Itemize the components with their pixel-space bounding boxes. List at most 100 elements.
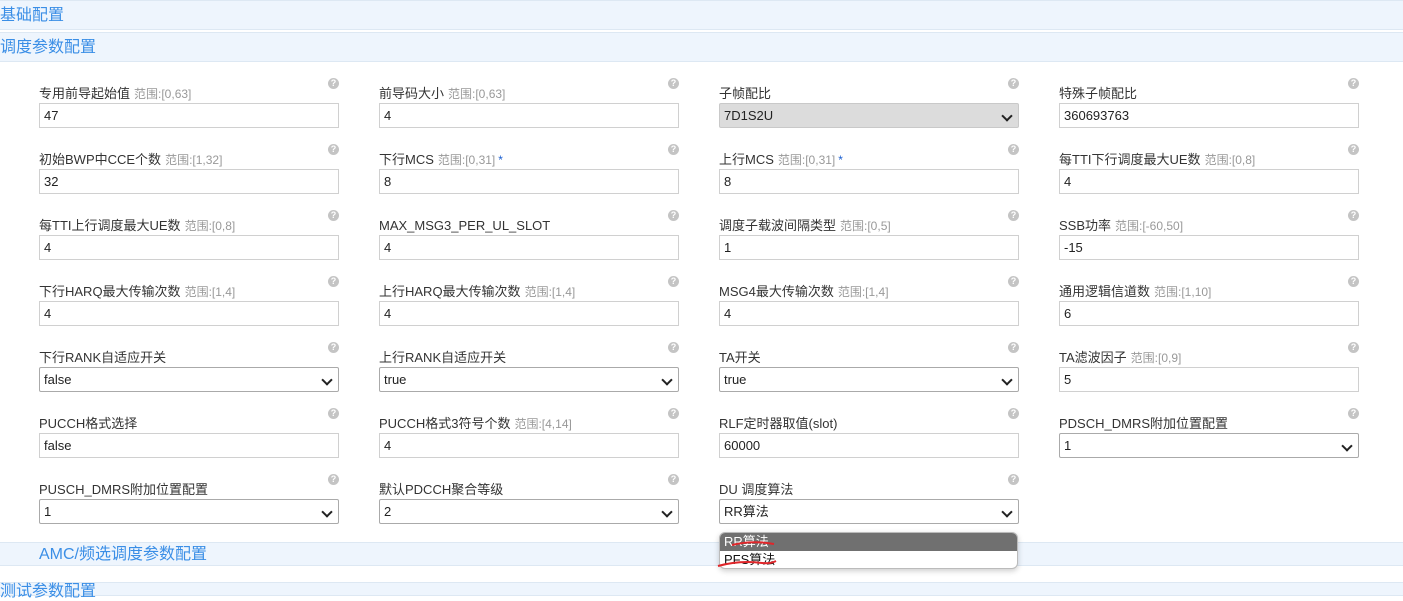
field-input[interactable]: 4	[1059, 169, 1359, 194]
help-icon[interactable]: ?	[328, 78, 339, 89]
field-range-hint: 范围:[0,8]	[184, 219, 236, 233]
help-icon[interactable]: ?	[668, 210, 679, 221]
field-1: 前导码大小 范围:[0,63]? 4	[379, 78, 679, 146]
field-input[interactable]: -15	[1059, 235, 1359, 260]
field-value: 7D1S2U	[724, 108, 774, 123]
field-value: true	[724, 372, 747, 387]
field-select[interactable]: RR算法	[719, 499, 1019, 524]
help-icon[interactable]: ?	[1008, 408, 1019, 419]
help-icon[interactable]: ?	[668, 144, 679, 155]
help-icon[interactable]: ?	[1008, 78, 1019, 89]
field-21: PUCCH格式3符号个数 范围:[4,14]? 4	[379, 408, 679, 476]
field-select[interactable]: 1	[39, 499, 339, 524]
help-icon[interactable]: ?	[668, 78, 679, 89]
field-range-hint: 范围:[0,63]	[448, 87, 506, 101]
field-input[interactable]: 5	[1059, 367, 1359, 392]
dropdown-option-rr[interactable]: RR算法	[720, 533, 1017, 551]
chevron-down-icon	[321, 374, 333, 386]
field-label-text: PDSCH_DMRS附加位置配置	[1059, 416, 1229, 431]
field-value: -15	[1064, 240, 1083, 255]
du-algorithm-dropdown-list[interactable]: RR算法 PFS算法	[719, 532, 1018, 569]
field-label-text: 上行MCS	[719, 152, 774, 167]
field-value: RR算法	[724, 504, 769, 519]
field-value: false	[44, 438, 72, 453]
help-icon[interactable]: ?	[668, 276, 679, 287]
help-icon[interactable]: ?	[668, 408, 679, 419]
field-input[interactable]: 4	[379, 433, 679, 458]
field-value: 1	[724, 240, 732, 255]
help-icon[interactable]: ?	[1008, 474, 1019, 485]
field-value: 60000	[724, 438, 761, 453]
field-label-text: PUSCH_DMRS附加位置配置	[39, 482, 209, 497]
field-input[interactable]: 47	[39, 103, 339, 128]
field-range-hint: 范围:[1,32]	[165, 153, 223, 167]
field-label: PUCCH格式选择	[39, 416, 137, 432]
dropdown-option-pfs[interactable]: PFS算法	[720, 551, 1017, 568]
field-range-hint: 范围:[1,10]	[1154, 285, 1212, 299]
help-icon[interactable]: ?	[1008, 210, 1019, 221]
field-range-hint: 范围:[0,31]	[437, 153, 496, 167]
field-label: 初始BWP中CCE个数 范围:[1,32]	[39, 152, 222, 168]
field-select[interactable]: true	[719, 367, 1019, 392]
help-icon[interactable]: ?	[1008, 144, 1019, 155]
field-range-hint: 范围:[0,5]	[840, 219, 891, 233]
field-7: 每TTI下行调度最大UE数 范围:[0,8]? 4	[1059, 144, 1359, 212]
field-select[interactable]: 7D1S2U	[719, 103, 1019, 128]
field-select[interactable]: true	[379, 367, 679, 392]
help-icon[interactable]: ?	[668, 342, 679, 353]
field-range-hint: 范围:[0,8]	[1204, 153, 1256, 167]
help-icon[interactable]: ?	[328, 276, 339, 287]
field-input[interactable]: 4	[719, 301, 1019, 326]
field-label-text: 下行MCS	[379, 152, 434, 167]
field-input[interactable]: 4	[39, 301, 339, 326]
field-label-text: 专用前导起始值	[39, 86, 131, 101]
field-label: SSB功率 范围:[-60,50]	[1059, 218, 1183, 234]
help-icon[interactable]: ?	[328, 144, 339, 155]
field-label-text: 初始BWP中CCE个数	[39, 152, 162, 167]
field-input[interactable]: 8	[379, 169, 679, 194]
help-icon[interactable]: ?	[1348, 210, 1359, 221]
help-icon[interactable]: ?	[1348, 144, 1359, 155]
help-icon[interactable]: ?	[1348, 342, 1359, 353]
field-input[interactable]: 8	[719, 169, 1019, 194]
section-schedule-params[interactable]: 调度参数配置	[0, 32, 1403, 62]
field-input[interactable]: 32	[39, 169, 339, 194]
help-icon[interactable]: ?	[1348, 78, 1359, 89]
field-input[interactable]: false	[39, 433, 339, 458]
help-icon[interactable]: ?	[1008, 342, 1019, 353]
field-label-text: 每TTI上行调度最大UE数	[39, 218, 181, 233]
help-icon[interactable]: ?	[328, 408, 339, 419]
field-select[interactable]: 2	[379, 499, 679, 524]
help-icon[interactable]: ?	[1348, 276, 1359, 287]
help-icon[interactable]: ?	[1348, 408, 1359, 419]
help-icon[interactable]: ?	[1008, 276, 1019, 287]
field-input[interactable]: 4	[39, 235, 339, 260]
field-input[interactable]: 360693763	[1059, 103, 1359, 128]
section-test-params[interactable]: 测试参数配置	[0, 582, 1403, 600]
field-select[interactable]: 1	[1059, 433, 1359, 458]
help-icon[interactable]: ?	[328, 474, 339, 485]
field-label-text: MAX_MSG3_PER_UL_SLOT	[379, 218, 551, 233]
field-select[interactable]: false	[39, 367, 339, 392]
field-9: MAX_MSG3_PER_UL_SLOT? 4	[379, 210, 679, 278]
field-8: 每TTI上行调度最大UE数 范围:[0,8]? 4	[39, 210, 339, 278]
field-input[interactable]: 4	[379, 103, 679, 128]
field-input[interactable]: 1	[719, 235, 1019, 260]
field-label-text: 上行HARQ最大传输次数	[379, 284, 521, 299]
field-value: 4	[384, 240, 392, 255]
field-input[interactable]: 6	[1059, 301, 1359, 326]
field-input[interactable]: 4	[379, 301, 679, 326]
field-label-text: PUCCH格式选择	[39, 416, 138, 431]
section-amc-params[interactable]: AMC/频选调度参数配置	[0, 542, 1403, 566]
help-icon[interactable]: ?	[668, 474, 679, 485]
field-label-text: 子帧配比	[719, 86, 772, 101]
field-label: 上行RANK自适应开关	[379, 350, 506, 366]
help-icon[interactable]: ?	[328, 342, 339, 353]
field-input[interactable]: 4	[379, 235, 679, 260]
field-input[interactable]: 60000	[719, 433, 1019, 458]
field-label-text: 特殊子帧配比	[1059, 86, 1138, 101]
section-basic-config[interactable]: 基础配置	[0, 0, 1403, 30]
field-value: 1	[1064, 438, 1072, 453]
help-icon[interactable]: ?	[328, 210, 339, 221]
field-label: 下行MCS 范围:[0,31] *	[379, 152, 503, 168]
